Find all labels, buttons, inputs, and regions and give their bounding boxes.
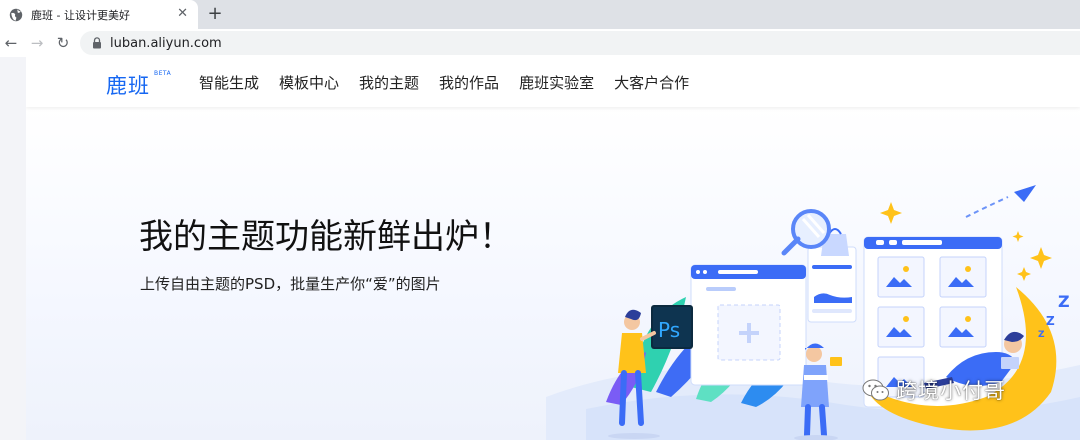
left-window-mock (690, 264, 807, 386)
back-button[interactable]: ← (1, 33, 21, 53)
browser-toolbar: ← → ↻ luban.aliyun.com (0, 29, 1080, 57)
nav-item-my-works[interactable]: 我的作品 (439, 72, 499, 93)
svg-text:Z: Z (1058, 292, 1070, 311)
forward-button[interactable]: → (27, 33, 47, 53)
beta-badge: BETA (154, 70, 172, 77)
site-logo[interactable]: 鹿班 (106, 70, 150, 100)
svg-text:Z: Z (1038, 330, 1045, 340)
new-tab-button[interactable]: + (205, 4, 225, 24)
tab-title: 鹿班 - 让设计更美好 (31, 8, 130, 22)
browser-tab[interactable]: 鹿班 - 让设计更美好 ✕ (0, 0, 198, 29)
nav-item-lab[interactable]: 鹿班实验室 (519, 72, 594, 93)
site-header: 鹿班 BETA 智能生成 模板中心 我的主题 我的作品 鹿班实验室 大客户合作 (26, 57, 1080, 107)
photoshop-card: Ps (651, 305, 693, 349)
lock-icon (93, 37, 101, 49)
reload-button[interactable]: ↻ (53, 33, 73, 53)
page-gutter (0, 57, 26, 440)
browser-tab-strip: 鹿班 - 让设计更美好 ✕ + (0, 0, 1080, 29)
watermark-text: 跨境小付哥 (896, 379, 1006, 403)
nav-item-smart-generate[interactable]: 智能生成 (199, 72, 259, 93)
svg-text:Ps: Ps (658, 318, 680, 342)
address-bar[interactable]: luban.aliyun.com (80, 31, 1080, 55)
nav-item-my-themes[interactable]: 我的主题 (359, 72, 419, 93)
url-text: luban.aliyun.com (110, 35, 222, 51)
paper-plane-icon (965, 185, 1036, 218)
wechat-icon (862, 379, 889, 401)
close-tab-icon[interactable]: ✕ (177, 7, 188, 21)
sleep-z-icons: Z Z Z (1038, 292, 1070, 340)
svg-text:Z: Z (1046, 314, 1055, 328)
hero-subtitle: 上传自由主题的PSD，批量生产你“爱”的图片 (140, 275, 441, 293)
nav-item-enterprise[interactable]: 大客户合作 (614, 72, 689, 93)
globe-icon (9, 8, 23, 21)
nav-item-template-center[interactable]: 模板中心 (279, 72, 339, 93)
main-nav: 智能生成 模板中心 我的主题 我的作品 鹿班实验室 大客户合作 (199, 72, 709, 93)
watermark: 跨境小付哥 (862, 375, 1006, 405)
hero-title: 我的主题功能新鲜出炉！ (139, 217, 513, 257)
